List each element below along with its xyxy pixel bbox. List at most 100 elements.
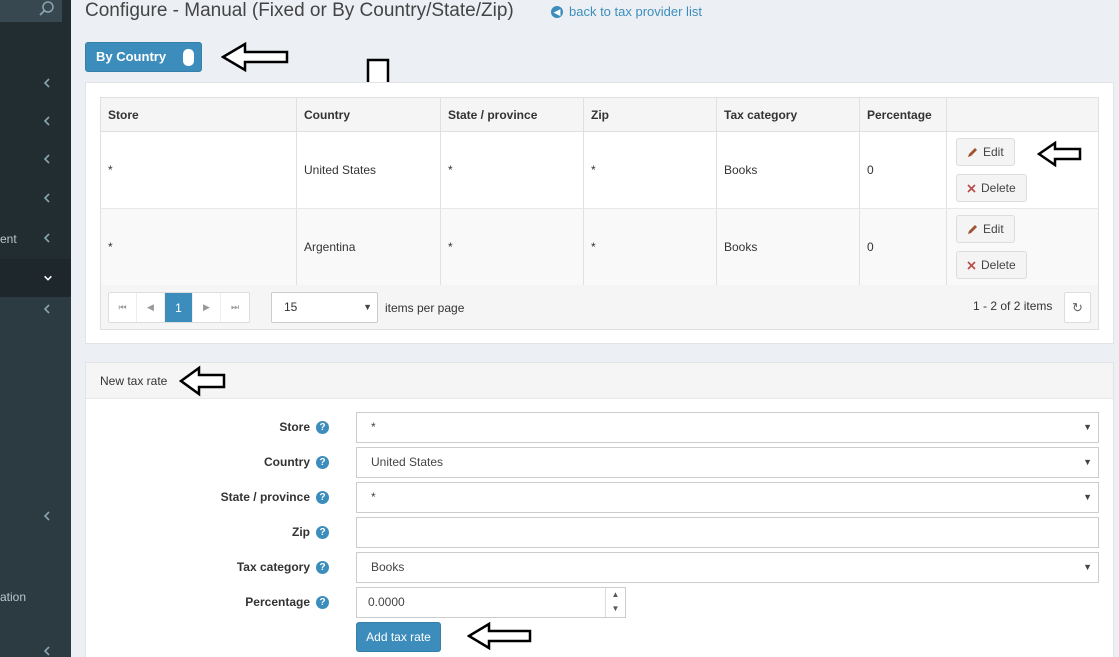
- table-header-row: Store Country State / province Zip Tax c…: [100, 97, 1099, 132]
- last-page-icon[interactable]: ⏭: [221, 293, 249, 322]
- page-size-value: 15: [284, 300, 298, 314]
- label-text: State / province: [220, 490, 310, 504]
- field-label-zip: Zip ?: [292, 525, 329, 539]
- sidebar-item-4[interactable]: [0, 180, 71, 218]
- cell-actions: Edit Delete: [946, 208, 1099, 286]
- pencil-icon: [968, 147, 977, 157]
- cell-category: Books: [716, 131, 860, 209]
- label-text: Store: [279, 420, 310, 434]
- field-label-country: Country ?: [264, 455, 329, 469]
- state-select[interactable]: * ▼: [356, 482, 1099, 513]
- chevron-left-icon: [43, 116, 50, 126]
- cell-zip: *: [583, 208, 717, 286]
- country-value: United States: [371, 455, 444, 469]
- caret-down-icon: ▼: [363, 302, 372, 312]
- new-tax-rate-header: New tax rate: [86, 363, 1113, 399]
- caret-down-icon: ▼: [1083, 457, 1092, 467]
- arrow-left-circle-icon: ◀: [551, 5, 563, 18]
- column-header[interactable]: Store: [100, 97, 297, 132]
- help-icon[interactable]: ?: [316, 420, 329, 434]
- percentage-input[interactable]: 0.0000 ▲ ▼: [356, 587, 626, 618]
- add-tax-rate-button[interactable]: Add tax rate: [356, 622, 441, 652]
- column-header[interactable]: Tax category: [716, 97, 860, 132]
- cell-country: United States: [296, 131, 441, 209]
- pagination: ⏮ ◀ 1 ▶ ⏭: [108, 292, 250, 323]
- store-value: *: [371, 420, 376, 434]
- current-page-button[interactable]: 1: [165, 293, 193, 322]
- help-icon[interactable]: ?: [316, 595, 329, 609]
- back-link-label[interactable]: back to tax provider list: [569, 4, 702, 19]
- zip-input[interactable]: [356, 517, 1099, 548]
- first-page-icon[interactable]: ⏮: [109, 293, 137, 322]
- back-link[interactable]: ◀ back to tax provider list: [551, 4, 702, 19]
- table-row: * United States * * Books 0 Edit Delete: [100, 131, 1099, 209]
- form-row-percentage: Percentage ? 0.0000 ▲ ▼: [86, 587, 1115, 618]
- caret-up-icon[interactable]: ▲: [606, 588, 625, 602]
- pager-info: 1 - 2 of 2 items: [973, 299, 1053, 313]
- form-row-country: Country ? United States ▼: [86, 447, 1115, 478]
- sidebar-item-3[interactable]: [0, 141, 71, 179]
- chevron-down-icon: [44, 275, 52, 281]
- cell-country: Argentina: [296, 208, 441, 286]
- tax-rates-table: Store Country State / province Zip Tax c…: [100, 97, 1099, 286]
- country-select[interactable]: United States ▼: [356, 447, 1099, 478]
- label-text: Tax category: [236, 560, 310, 574]
- chevron-left-icon: [43, 233, 50, 243]
- sidebar-item-5[interactable]: ent: [0, 220, 71, 258]
- annotation-arrow-left: [467, 621, 532, 651]
- sidebar-search[interactable]: [0, 0, 62, 22]
- column-header[interactable]: State / province: [440, 97, 584, 132]
- chevron-left-icon: [43, 154, 50, 164]
- delete-button[interactable]: Delete: [956, 251, 1027, 279]
- delete-button[interactable]: Delete: [956, 174, 1027, 202]
- chevron-left-icon: [43, 511, 50, 521]
- column-header[interactable]: Zip: [583, 97, 717, 132]
- next-page-icon[interactable]: ▶: [193, 293, 221, 322]
- field-label-percentage: Percentage ?: [245, 595, 329, 609]
- form-row-zip: Zip ?: [86, 517, 1115, 548]
- help-icon[interactable]: ?: [316, 525, 329, 539]
- store-select[interactable]: * ▼: [356, 412, 1099, 443]
- help-icon[interactable]: ?: [316, 455, 329, 469]
- delete-button-label: Delete: [981, 181, 1016, 195]
- search-icon[interactable]: [38, 0, 56, 18]
- percentage-value: 0.0000: [368, 595, 405, 609]
- edit-button-label: Edit: [983, 145, 1004, 159]
- chevron-left-icon: [43, 304, 50, 314]
- sidebar-item-1[interactable]: [0, 65, 71, 103]
- tax-category-select[interactable]: Books ▼: [356, 552, 1099, 583]
- prev-page-icon[interactable]: ◀: [137, 293, 165, 322]
- help-icon[interactable]: ?: [316, 560, 329, 574]
- field-label-store: Store ?: [279, 420, 329, 434]
- main-content: Configure - Manual (Fixed or By Country/…: [71, 0, 1119, 657]
- chevron-left-icon: [43, 193, 50, 203]
- cell-state: *: [440, 131, 584, 209]
- sidebar-bottom-label[interactable]: ation: [0, 590, 26, 604]
- help-icon[interactable]: ?: [316, 490, 329, 504]
- by-country-toggle[interactable]: By Country: [85, 42, 202, 72]
- edit-button[interactable]: Edit: [956, 138, 1015, 166]
- sidebar-item-active[interactable]: [0, 259, 71, 297]
- page-title: Configure - Manual (Fixed or By Country/…: [85, 0, 514, 21]
- annotation-arrow-left: [221, 42, 289, 72]
- page-size-select[interactable]: 15 ▼: [271, 292, 378, 323]
- column-header[interactable]: Percentage: [859, 97, 947, 132]
- annotation-arrow-left: [179, 365, 226, 397]
- panel-title: New tax rate: [100, 374, 168, 388]
- sidebar-item-2[interactable]: [0, 103, 71, 141]
- edit-button-label: Edit: [983, 222, 1004, 236]
- close-icon: [967, 260, 976, 270]
- cell-store: *: [100, 131, 297, 209]
- column-header[interactable]: Country: [296, 97, 441, 132]
- annotation-arrow-left: [1037, 141, 1082, 167]
- caret-down-icon: ▼: [1083, 492, 1092, 502]
- cell-store: *: [100, 208, 297, 286]
- caret-down-icon[interactable]: ▼: [606, 602, 625, 616]
- refresh-icon[interactable]: ↻: [1064, 292, 1091, 323]
- spinner[interactable]: ▲ ▼: [605, 588, 625, 617]
- tax-rates-panel: Store Country State / province Zip Tax c…: [85, 82, 1114, 344]
- caret-down-icon: ▼: [1083, 422, 1092, 432]
- cell-state: *: [440, 208, 584, 286]
- state-value: *: [371, 490, 376, 504]
- edit-button[interactable]: Edit: [956, 215, 1015, 243]
